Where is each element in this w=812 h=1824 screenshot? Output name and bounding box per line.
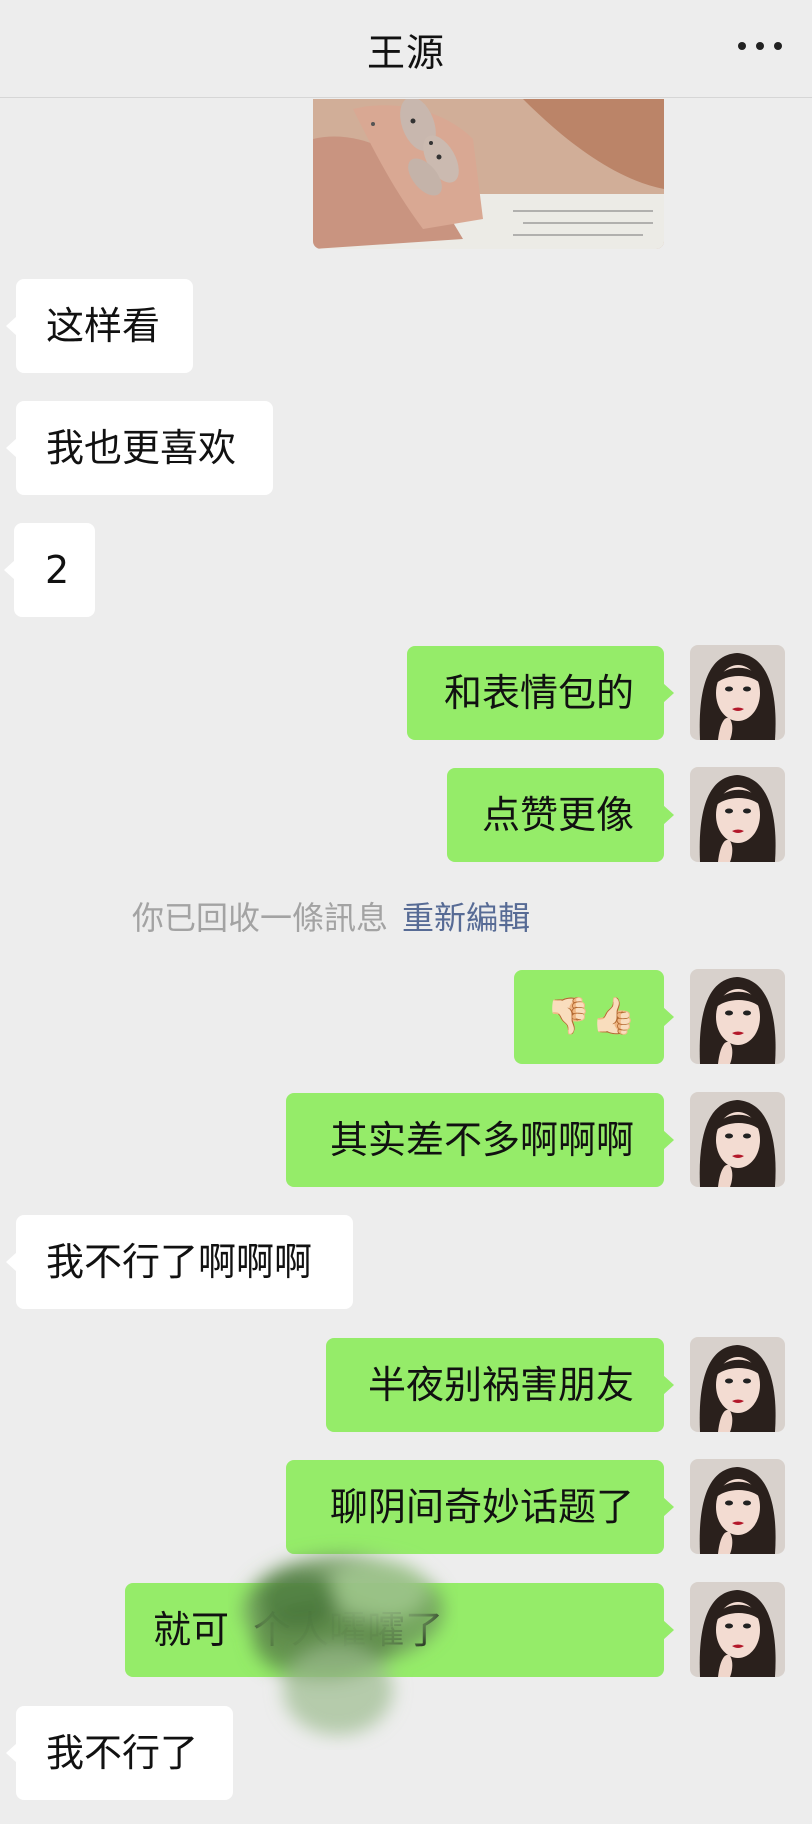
avatar-image: [690, 1092, 785, 1187]
avatar-image: [690, 1582, 785, 1677]
incoming-message-bubble[interactable]: 这样看: [6, 279, 193, 373]
incoming-message-bubble[interactable]: 2: [4, 523, 95, 617]
recall-text: 你已回收一條訊息: [132, 899, 389, 937]
self-avatar[interactable]: [690, 1337, 785, 1432]
message-text: 聊阴间奇妙话题了: [329, 1485, 634, 1529]
outgoing-message-bubble[interactable]: 其实差不多啊啊啊: [286, 1093, 674, 1187]
avatar-image: [690, 1459, 785, 1554]
avatar-image: [690, 767, 785, 862]
incoming-message-bubble[interactable]: 我不行了啊啊啊: [6, 1215, 353, 1309]
message-text: 我不行了: [46, 1731, 199, 1775]
outgoing-message-bubble[interactable]: 点赞更像: [447, 768, 674, 862]
self-avatar[interactable]: [690, 767, 785, 862]
image-message[interactable]: [313, 99, 664, 249]
message-text: 和表情包的: [443, 671, 634, 715]
avatar-image: [690, 645, 785, 740]
message-text: 这样看: [46, 304, 161, 348]
avatar-image: [690, 1337, 785, 1432]
outgoing-message-bubble[interactable]: 就可 个人嚯嚯了: [125, 1583, 674, 1677]
chat-header: 王源: [0, 0, 812, 98]
self-avatar[interactable]: [690, 1582, 785, 1677]
outgoing-message-bubble[interactable]: 和表情包的: [407, 646, 674, 740]
self-avatar[interactable]: [690, 969, 785, 1064]
emoji-thumbs-text: 👎🏻👍🏻: [546, 996, 636, 1037]
incoming-message-bubble[interactable]: 我不行了: [6, 1706, 233, 1800]
chat-title[interactable]: 王源: [0, 22, 812, 77]
incoming-message-bubble[interactable]: 我也更喜欢: [6, 401, 273, 495]
message-text: 半夜别祸害朋友: [367, 1363, 634, 1407]
recall-notice: 你已回收一條訊息 重新編輯: [132, 893, 530, 939]
outgoing-message-bubble[interactable]: 半夜别祸害朋友: [326, 1338, 674, 1432]
message-text: 2: [45, 548, 70, 592]
outgoing-message-bubble[interactable]: 👎🏻👍🏻: [514, 970, 674, 1064]
message-text: 我不行了啊啊啊: [46, 1240, 313, 1284]
message-text: 点赞更像: [481, 793, 634, 837]
more-dots-icon[interactable]: [738, 42, 782, 50]
self-avatar[interactable]: [690, 1092, 785, 1187]
message-text: 就可 个人嚯嚯了: [153, 1608, 444, 1652]
avatar-image: [690, 969, 785, 1064]
message-text: 我也更喜欢: [46, 426, 237, 470]
outgoing-message-bubble[interactable]: 聊阴间奇妙话题了: [286, 1460, 674, 1554]
self-avatar[interactable]: [690, 645, 785, 740]
photo-hand-nails-image: [313, 99, 664, 249]
message-text: 其实差不多啊啊啊: [329, 1118, 634, 1162]
reedit-link[interactable]: 重新編輯: [402, 899, 530, 937]
self-avatar[interactable]: [690, 1459, 785, 1554]
